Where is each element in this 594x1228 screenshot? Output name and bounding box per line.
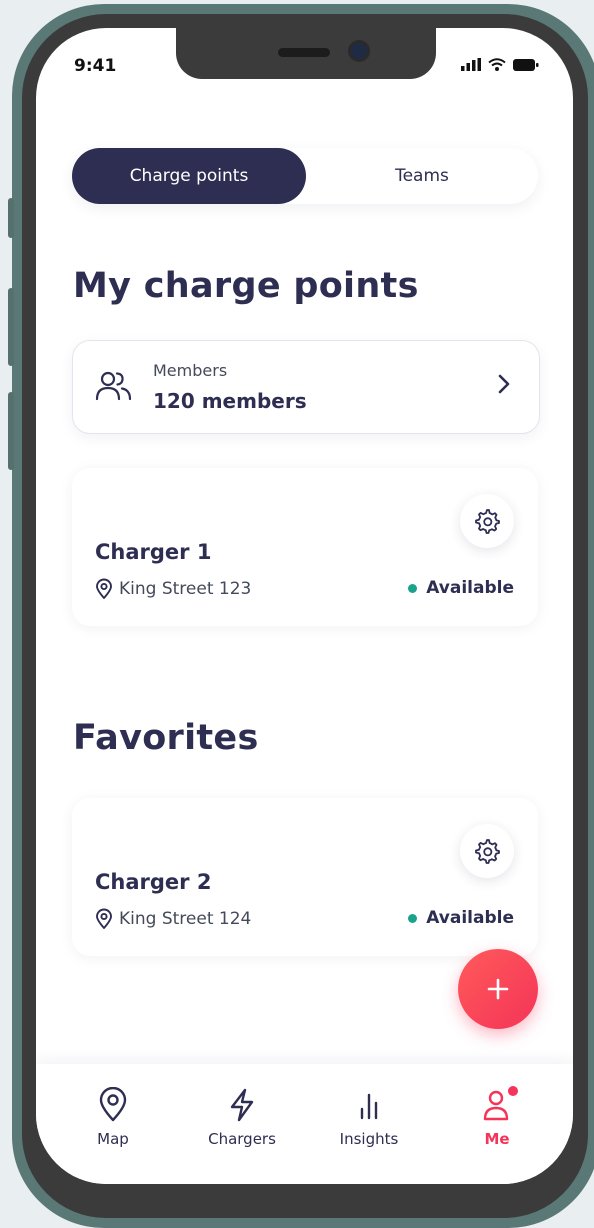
- gear-icon: [475, 839, 500, 864]
- signal-icon: [461, 58, 481, 71]
- status-text: Available: [426, 578, 514, 598]
- battery-icon: [513, 58, 539, 71]
- nav-item-chargers[interactable]: Chargers: [192, 1086, 292, 1148]
- lightning-icon: [230, 1088, 254, 1122]
- members-card[interactable]: Members 120 members: [72, 340, 540, 434]
- available-dot: [408, 583, 418, 593]
- charger-name: Charger 1: [95, 540, 212, 564]
- notch: [176, 28, 436, 79]
- notification-dot: [508, 1086, 518, 1096]
- wifi-icon: [488, 58, 506, 71]
- charger-card[interactable]: Charger 1 King Street 123 Available: [72, 468, 538, 626]
- map-pin-icon: [99, 1087, 127, 1122]
- section-title-my-charge-points: My charge points: [73, 266, 419, 306]
- available-dot: [408, 913, 418, 923]
- status-text: Available: [426, 908, 514, 928]
- status-time: 9:41: [74, 56, 117, 76]
- location-pin-icon: [96, 908, 112, 929]
- side-button: [8, 198, 14, 238]
- nav-item-map[interactable]: Map: [63, 1086, 163, 1148]
- charger-address: King Street 124: [95, 908, 251, 930]
- camera: [348, 40, 370, 62]
- charger-address-text: King Street 124: [119, 909, 252, 929]
- users-icon: [95, 369, 133, 407]
- side-button: [8, 392, 14, 470]
- nav-item-insights[interactable]: Insights: [319, 1086, 419, 1148]
- charger-name: Charger 2: [95, 870, 212, 894]
- status-badge: Available: [408, 578, 514, 598]
- plus-icon: [487, 978, 509, 1000]
- location-pin-icon: [96, 578, 112, 599]
- status-icons: [461, 58, 539, 71]
- add-button[interactable]: [458, 949, 538, 1029]
- speaker: [278, 48, 330, 57]
- nav-label-me: Me: [484, 1130, 510, 1148]
- charger-settings-button[interactable]: [460, 494, 514, 548]
- bottom-nav: Map Chargers Insights Me: [36, 1064, 573, 1184]
- nav-label-insights: Insights: [339, 1130, 399, 1148]
- screen: 9:41 Charge points Teams My charge point…: [36, 28, 573, 1184]
- members-count: 120 members: [153, 389, 307, 413]
- members-label: Members: [153, 361, 228, 380]
- segmented-tabs: Charge points Teams: [72, 148, 538, 204]
- section-title-favorites: Favorites: [73, 718, 259, 758]
- gear-icon: [475, 509, 500, 534]
- tab-teams[interactable]: Teams: [306, 148, 538, 204]
- charger-address: King Street 123: [95, 578, 251, 600]
- nav-label-chargers: Chargers: [208, 1130, 276, 1148]
- nav-label-map: Map: [97, 1130, 129, 1148]
- status-badge: Available: [408, 908, 514, 928]
- charger-address-text: King Street 123: [119, 579, 252, 599]
- charger-card[interactable]: Charger 2 King Street 124 Available: [72, 798, 538, 956]
- charger-settings-button[interactable]: [460, 824, 514, 878]
- chevron-right-icon: [497, 373, 511, 399]
- bar-chart-icon: [360, 1093, 378, 1120]
- side-button: [8, 288, 14, 366]
- nav-item-me[interactable]: Me: [447, 1086, 547, 1148]
- tab-charge-points[interactable]: Charge points: [72, 148, 306, 204]
